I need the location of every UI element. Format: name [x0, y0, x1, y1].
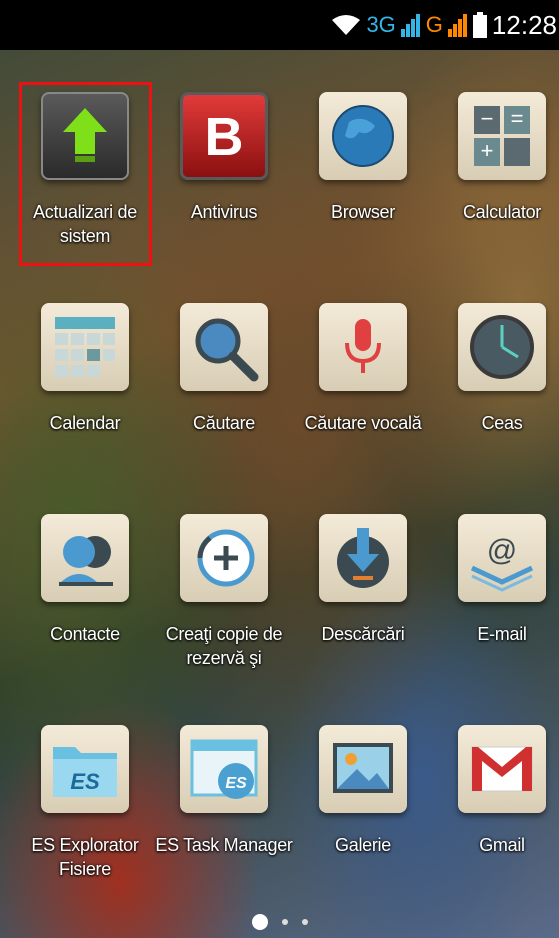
app-gallery[interactable]: Galerie — [293, 725, 433, 857]
app-label: ES Task Manager — [155, 835, 293, 855]
app-contacts[interactable]: Contacte — [15, 514, 155, 646]
signal-icon-blue — [400, 13, 421, 37]
signal-icon-orange — [447, 13, 468, 37]
app-label: ES Explorator Fisiere — [31, 835, 139, 879]
app-label: Actualizari de sistem — [33, 202, 137, 246]
app-browser[interactable]: Browser — [293, 92, 433, 224]
app-label: Căutare — [193, 413, 255, 433]
gmail-icon — [458, 725, 546, 813]
app-label: Antivirus — [190, 202, 258, 222]
app-voice-search[interactable]: Căutare vocală — [293, 303, 433, 435]
es-file-explorer-icon: ES — [41, 725, 129, 813]
search-icon — [180, 303, 268, 391]
antivirus-icon: B — [180, 92, 268, 180]
svg-text:ES: ES — [225, 775, 247, 792]
app-label: Descărcări — [321, 624, 405, 644]
app-label: Creaţi copie de rezervă şi — [165, 624, 283, 668]
contacts-icon — [41, 514, 129, 602]
network-type-g: G — [425, 12, 443, 37]
status-bar: 3G G 12:28 — [0, 0, 559, 50]
clock-time: 12:28 — [491, 9, 557, 40]
svg-text:@: @ — [487, 534, 517, 567]
page-dot[interactable] — [281, 919, 288, 925]
page-dot-active[interactable] — [251, 914, 268, 930]
backup-icon — [180, 514, 268, 602]
app-calendar[interactable]: Calendar — [15, 303, 155, 435]
app-gmail[interactable]: Gmail — [432, 725, 559, 857]
es-task-manager-icon: ES — [180, 725, 268, 813]
app-es-file-explorer[interactable]: ES ES Explorator Fisiere — [15, 725, 155, 881]
app-clock[interactable]: Ceas — [432, 303, 559, 435]
svg-text:=: = — [511, 106, 524, 131]
app-label: Galerie — [335, 835, 391, 855]
app-label: Calendar — [49, 413, 121, 433]
globe-icon — [319, 92, 407, 180]
app-backup[interactable]: Creaţi copie de rezervă şi — [154, 514, 294, 670]
app-search[interactable]: Căutare — [154, 303, 294, 435]
network-type-3g: 3G — [366, 12, 396, 37]
battery-icon — [472, 12, 487, 38]
svg-text:−: − — [481, 106, 494, 131]
email-icon: @ — [458, 514, 546, 602]
app-label: Calculator — [462, 202, 542, 222]
app-calculator[interactable]: + = − Calculator — [432, 92, 559, 224]
app-label: Ceas — [481, 413, 523, 433]
calculator-icon: + = − — [458, 92, 546, 180]
app-label: E-mail — [477, 624, 527, 644]
clock-icon — [458, 303, 546, 391]
svg-text:+: + — [481, 138, 494, 163]
wifi-icon — [331, 13, 361, 37]
app-es-task-manager[interactable]: ES ES Task Manager — [154, 725, 294, 857]
app-email[interactable]: @ E-mail — [432, 514, 559, 646]
app-downloads[interactable]: Descărcări — [293, 514, 433, 646]
app-label: Browser — [331, 202, 395, 222]
svg-text:ES: ES — [70, 769, 100, 794]
app-label: Contacte — [50, 624, 120, 644]
microphone-icon — [319, 303, 407, 391]
svg-text:B: B — [205, 107, 244, 167]
app-system-update[interactable]: Actualizari de sistem — [15, 92, 155, 248]
app-label: Căutare vocală — [304, 413, 422, 433]
app-label: Gmail — [479, 835, 525, 855]
system-update-icon — [41, 92, 129, 180]
calendar-icon — [41, 303, 129, 391]
download-icon — [319, 514, 407, 602]
app-antivirus[interactable]: B Antivirus — [154, 92, 294, 224]
page-dot[interactable] — [301, 919, 308, 925]
page-indicator[interactable] — [0, 912, 559, 932]
gallery-icon — [319, 725, 407, 813]
